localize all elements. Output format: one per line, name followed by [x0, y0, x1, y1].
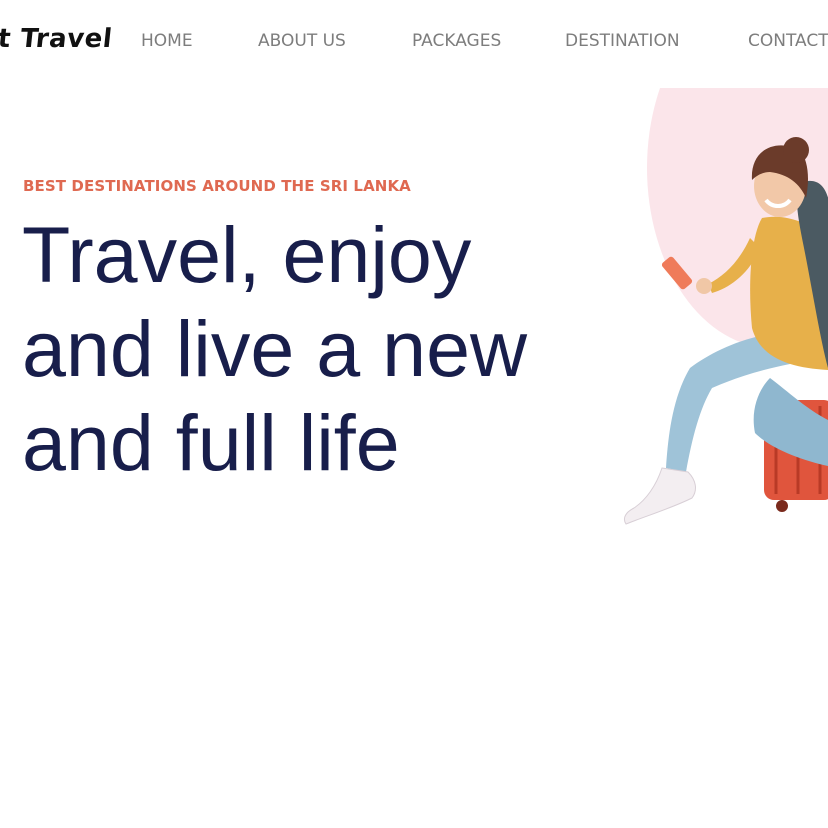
hero-headline: Travel, enjoy and live a new and full li… — [22, 208, 582, 490]
traveler-illustration — [623, 88, 828, 525]
nav-link-contact[interactable]: CONTACT — [748, 31, 828, 51]
nav-link-home[interactable]: HOME — [141, 31, 193, 51]
nav-link-about-us[interactable]: ABOUT US — [258, 31, 346, 51]
nav-link-destination[interactable]: DESTINATION — [565, 31, 680, 51]
headline-line: and live a new — [22, 304, 528, 393]
brand-logo[interactable]: t Travel — [0, 24, 114, 54]
headline-line: Travel, enjoy — [22, 210, 472, 299]
hero-traveler-image — [600, 88, 828, 538]
headline-line: and full life — [22, 398, 400, 487]
nav-link-packages[interactable]: PACKAGES — [412, 31, 501, 51]
hero-eyebrow: BEST DESTINATIONS AROUND THE SRI LANKA — [23, 177, 411, 195]
top-navbar: t Travel HOME ABOUT US PACKAGES DESTINAT… — [0, 0, 828, 88]
